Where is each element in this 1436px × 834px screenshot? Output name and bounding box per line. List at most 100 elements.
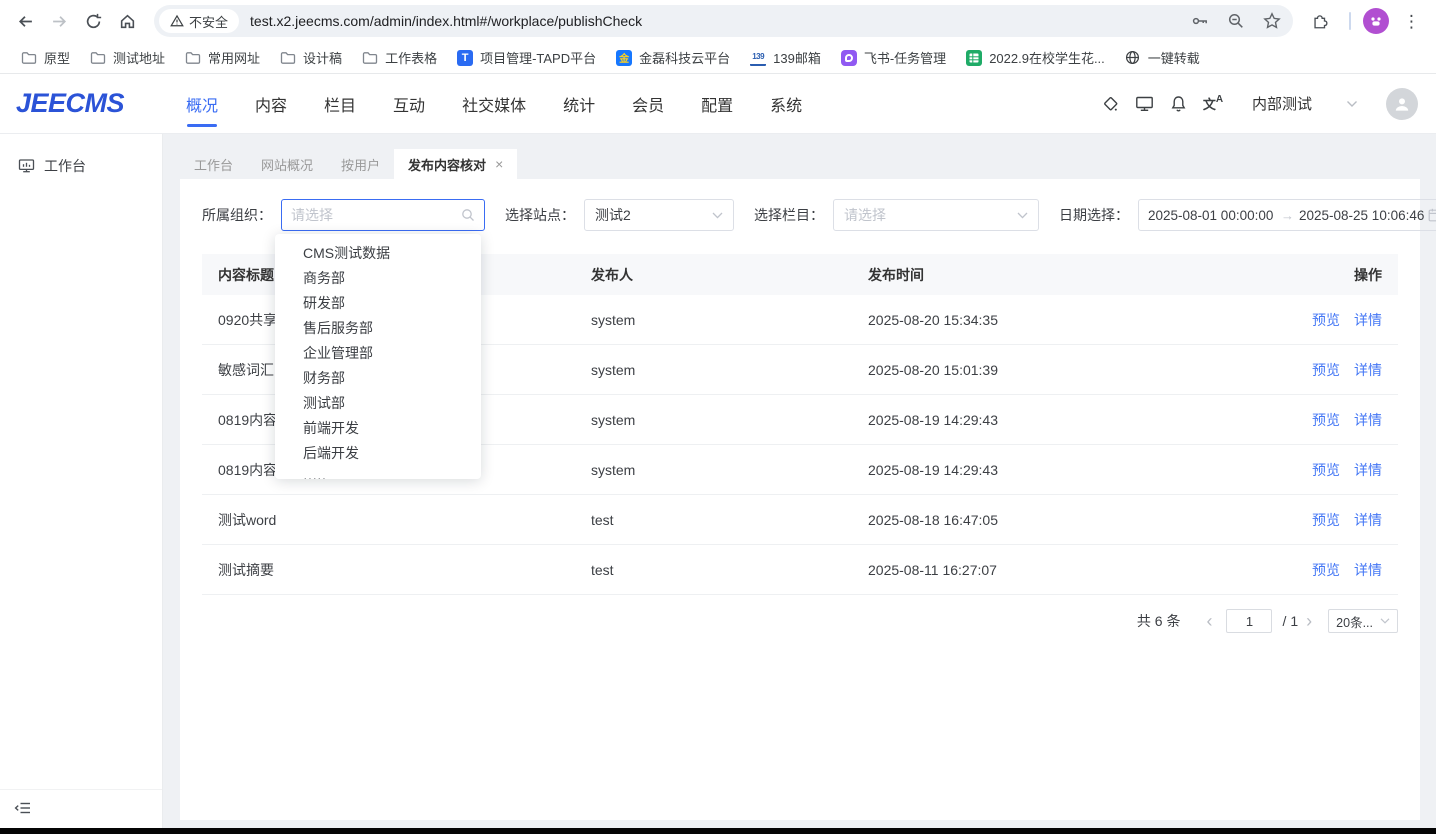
tab-site-overview[interactable]: 网站概况 [247, 149, 327, 179]
site-select-value: 测试2 [595, 205, 631, 225]
org-option[interactable]: 售后服务部 [275, 316, 481, 341]
preview-link[interactable]: 预览 [1312, 460, 1340, 480]
site-select[interactable]: 测试2 [584, 199, 734, 231]
bookmark-folder[interactable]: 设计稿 [271, 45, 351, 70]
bookmark-feishu[interactable]: 飞书-任务管理 [832, 45, 955, 70]
preview-link[interactable]: 预览 [1312, 410, 1340, 430]
row-publish-time: 2025-08-19 14:29:43 [868, 462, 1268, 478]
main-nav: 概况 内容 栏目 互动 社交媒体 统计 会员 配置 系统 [186, 74, 802, 133]
jeecms-logo[interactable]: JEECMS [16, 88, 168, 119]
nav-interaction[interactable]: 互动 [393, 74, 425, 133]
preview-link[interactable]: 预览 [1312, 510, 1340, 530]
column-select[interactable]: 请选择 [833, 199, 1039, 231]
date-range-picker[interactable]: 2025-08-01 00:00:00 → 2025-08-25 10:06:4… [1138, 199, 1436, 231]
detail-link[interactable]: 详情 [1354, 310, 1382, 330]
row-publisher: system [591, 362, 868, 378]
org-option[interactable]: 研发部 [275, 291, 481, 316]
tapd-favicon: T [457, 50, 473, 66]
browser-menu-icon[interactable]: ⋮ [1397, 13, 1426, 30]
bookmark-139mail[interactable]: 139 139邮箱 [741, 45, 830, 70]
preview-link[interactable]: 预览 [1312, 360, 1340, 380]
bookmark-jinlei[interactable]: 金 金磊科技云平台 [607, 45, 739, 70]
org-option[interactable]: 商务部 [275, 266, 481, 291]
nav-statistics[interactable]: 统计 [563, 74, 595, 133]
table-row: 测试word test 2025-08-18 16:47:05 预览 详情 [202, 495, 1398, 545]
row-publish-time: 2025-08-18 16:47:05 [868, 512, 1268, 528]
org-select-input[interactable] [291, 207, 441, 223]
next-page-icon[interactable]: › [1298, 612, 1320, 630]
forward-icon[interactable] [42, 4, 76, 38]
org-select[interactable] [281, 199, 485, 231]
nav-members[interactable]: 会员 [632, 74, 664, 133]
chevron-down-icon [712, 212, 723, 219]
prev-page-icon[interactable]: ‹ [1198, 612, 1220, 630]
preview-link[interactable]: 预览 [1312, 560, 1340, 580]
preview-link[interactable]: 预览 [1312, 310, 1340, 330]
date-start-value[interactable]: 2025-08-01 00:00:00 [1148, 208, 1276, 223]
date-end-value[interactable]: 2025-08-25 10:06:46 [1299, 208, 1427, 223]
row-publish-time: 2025-08-20 15:01:39 [868, 362, 1268, 378]
org-option[interactable]: 前端开发 [275, 416, 481, 441]
nav-channel[interactable]: 栏目 [324, 74, 356, 133]
detail-link[interactable]: 详情 [1354, 410, 1382, 430]
detail-link[interactable]: 详情 [1354, 510, 1382, 530]
date-filter-label: 日期选择： [1059, 205, 1129, 225]
org-option[interactable]: 后端开发 [275, 441, 481, 466]
tab-workbench[interactable]: 工作台 [180, 149, 247, 179]
detail-link[interactable]: 详情 [1354, 560, 1382, 580]
nav-overview[interactable]: 概况 [186, 74, 218, 133]
nav-social-media[interactable]: 社交媒体 [462, 74, 526, 133]
home-icon[interactable] [110, 4, 144, 38]
page-number-input[interactable] [1226, 609, 1272, 633]
sidebar-item-workbench[interactable]: 工作台 [18, 156, 162, 176]
bookmark-folder[interactable]: 常用网址 [176, 45, 269, 70]
nav-system[interactable]: 系统 [770, 74, 802, 133]
refresh-icon[interactable] [76, 4, 110, 38]
page-size-select[interactable]: 20条... [1328, 609, 1398, 633]
tab-bar: 工作台 网站概况 按用户 发布内容核对 × [180, 149, 1420, 179]
site-env-name[interactable]: 内部测试 [1252, 93, 1312, 114]
detail-link[interactable]: 详情 [1354, 460, 1382, 480]
bookmark-sheet[interactable]: 2022.9在校学生花... [957, 45, 1114, 70]
org-option[interactable]: 财务部 [275, 366, 481, 391]
column-filter-label: 选择栏目： [754, 205, 824, 225]
org-option[interactable]: 企业管理部 [275, 341, 481, 366]
address-bar[interactable]: 不安全 test.x2.jeecms.com/admin/index.html#… [154, 5, 1293, 37]
bookmark-folder[interactable]: 工作表格 [353, 45, 446, 70]
security-chip[interactable]: 不安全 [159, 9, 239, 33]
browser-chrome: 不安全 test.x2.jeecms.com/admin/index.html#… [0, 0, 1436, 42]
user-avatar[interactable] [1386, 88, 1418, 120]
tab-by-user[interactable]: 按用户 [327, 149, 394, 179]
bookmark-repost[interactable]: 一键转载 [1116, 45, 1209, 70]
tab-close-icon[interactable]: × [495, 156, 503, 172]
translate-icon[interactable]: 文A [1196, 94, 1230, 113]
url-text[interactable]: test.x2.jeecms.com/admin/index.html#/wor… [250, 13, 1191, 29]
collapse-sidebar-icon[interactable] [14, 801, 162, 815]
bell-icon[interactable] [1162, 95, 1196, 113]
monitor-icon[interactable] [1128, 95, 1162, 113]
bookmark-folder[interactable]: 原型 [12, 45, 79, 70]
env-chevron-down-icon[interactable] [1346, 100, 1358, 108]
bookmark-folder[interactable]: 测试地址 [81, 45, 174, 70]
zoom-out-icon[interactable] [1227, 12, 1245, 30]
tab-publish-check[interactable]: 发布内容核对 × [394, 149, 517, 179]
back-icon[interactable] [8, 4, 42, 38]
password-key-icon[interactable] [1191, 12, 1209, 30]
extensions-icon[interactable] [1303, 4, 1337, 38]
browser-profile-avatar[interactable] [1363, 8, 1389, 34]
org-option[interactable]: 测试部 [275, 391, 481, 416]
nav-config[interactable]: 配置 [701, 74, 733, 133]
row-publisher: system [591, 312, 868, 328]
folder-icon [280, 51, 296, 65]
org-option[interactable]: ····· [275, 466, 481, 479]
warning-icon [170, 14, 184, 28]
org-dropdown-panel: CMS测试数据 商务部 研发部 售后服务部 企业管理部 财务部 测试部 前端开发… [275, 234, 481, 479]
page-size-value: 20条... [1336, 612, 1373, 631]
org-option[interactable]: CMS测试数据 [275, 241, 481, 266]
sidebar: 工作台 [0, 134, 163, 828]
bookmark-tapd[interactable]: T 项目管理-TAPD平台 [448, 45, 605, 70]
bookmark-star-icon[interactable] [1263, 12, 1281, 30]
clean-cache-icon[interactable] [1094, 95, 1128, 113]
nav-content[interactable]: 内容 [255, 74, 287, 133]
detail-link[interactable]: 详情 [1354, 360, 1382, 380]
